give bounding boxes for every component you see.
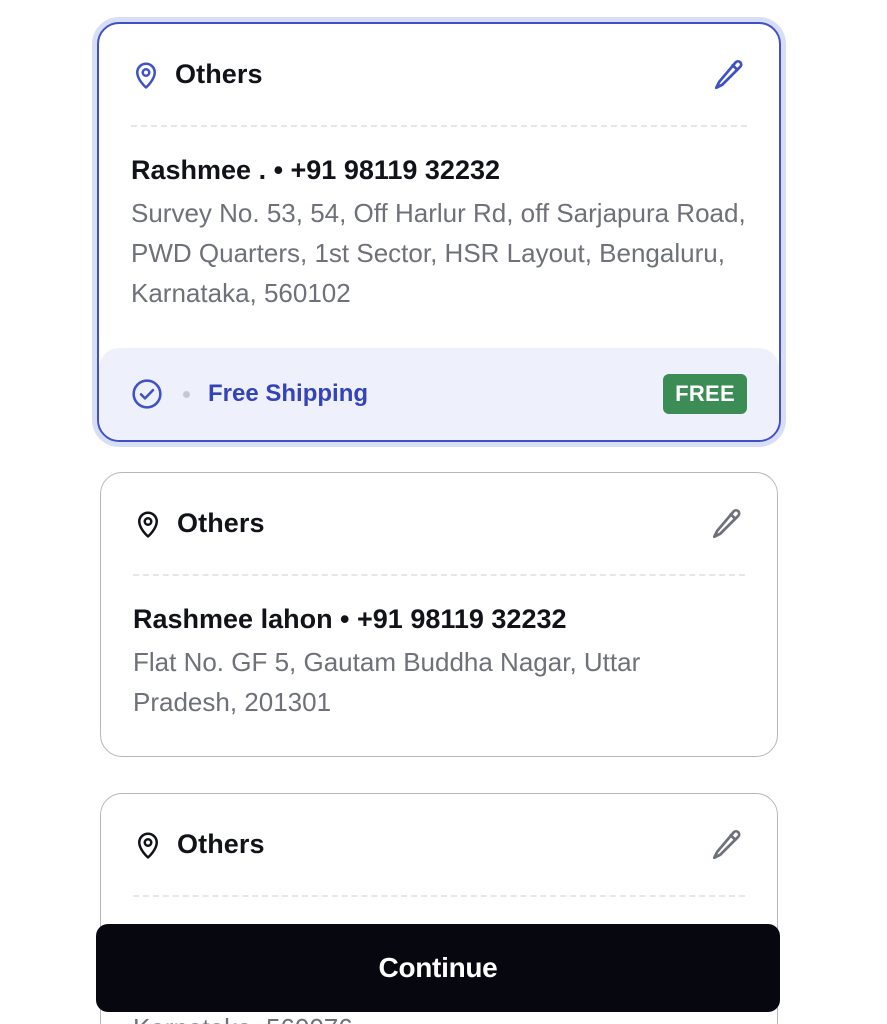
address-card-2[interactable]: Others Rashmee lahon • +91 98119 32232 F… — [100, 472, 778, 757]
address-card-header: Others — [99, 24, 779, 125]
address-tag-label: Others — [177, 508, 265, 538]
map-pin-icon — [136, 62, 156, 89]
address-tag-label: Others — [177, 829, 265, 859]
address-text-tail: Karnataka, 560076 — [133, 1011, 745, 1024]
map-pin-icon — [138, 511, 158, 538]
address-selection-screen: Others Rashmee . • +91 98119 32232 Surve… — [0, 0, 887, 1024]
shipping-label: Free Shipping — [208, 380, 369, 407]
free-badge: FREE — [663, 374, 747, 414]
recipient-name-phone: Rashmee lahon • +91 98119 32232 — [133, 604, 567, 634]
continue-button[interactable]: Continue — [96, 924, 780, 1012]
pencil-icon[interactable] — [709, 506, 745, 542]
address-card-1[interactable]: Others Rashmee . • +91 98119 32232 Surve… — [97, 22, 781, 442]
pencil-icon[interactable] — [709, 827, 745, 863]
address-card-header: Others — [101, 473, 777, 574]
address-card-header: Others — [101, 794, 777, 895]
pencil-icon[interactable] — [711, 57, 747, 93]
address-text: Flat No. GF 5, Gautam Buddha Nagar, Utta… — [133, 647, 641, 717]
recipient-name-phone: Rashmee . • +91 98119 32232 — [131, 155, 500, 185]
map-pin-icon — [138, 832, 158, 859]
separator-dot — [183, 390, 190, 398]
address-tag-label: Others — [175, 59, 263, 89]
address-text: Survey No. 53, 54, Off Harlur Rd, off Sa… — [131, 198, 746, 308]
shipping-row: Free Shipping FREE — [99, 348, 779, 440]
check-circle-icon — [132, 379, 162, 409]
